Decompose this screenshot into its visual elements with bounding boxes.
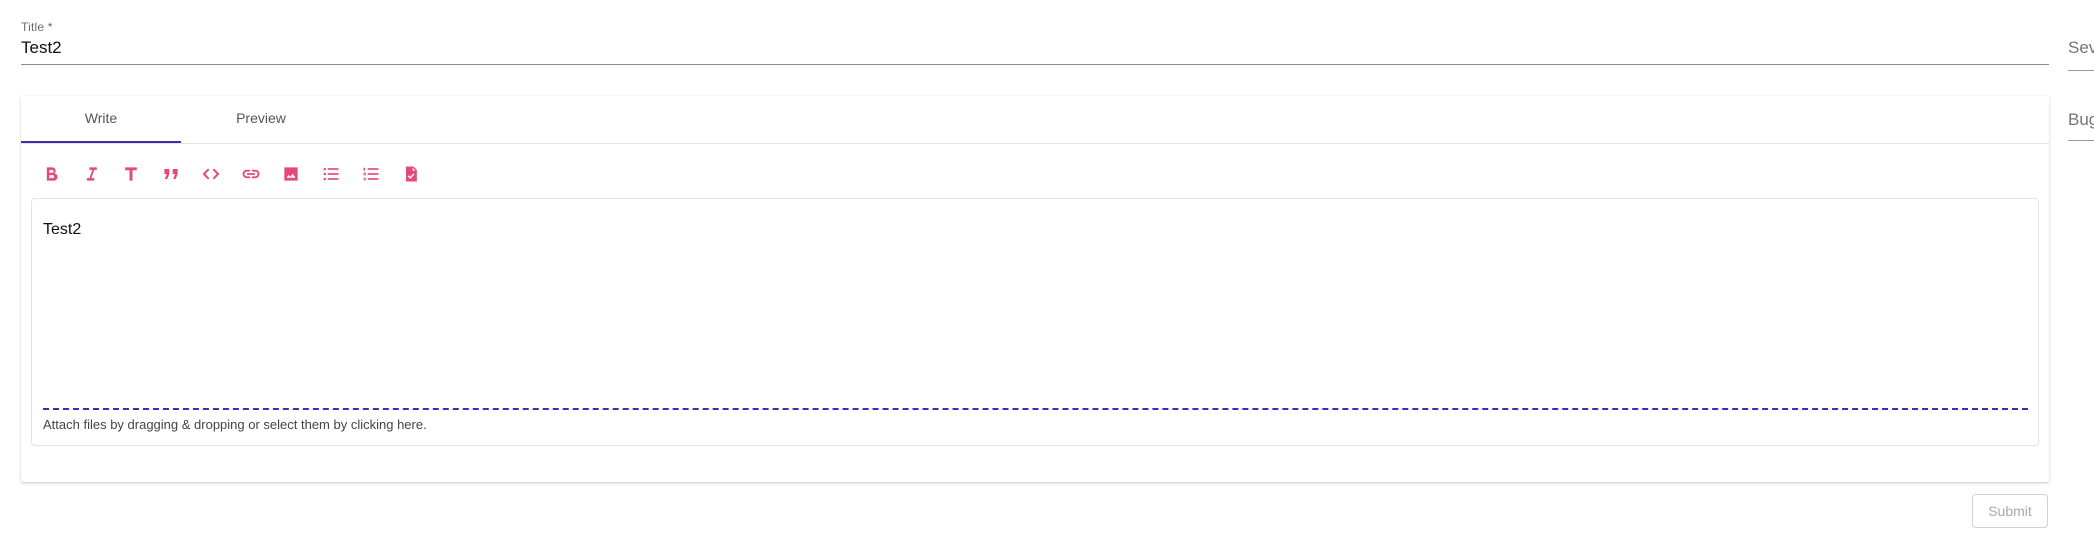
bug-type-label: Bug: [2068, 110, 2094, 129]
title-input[interactable]: Test2: [21, 38, 62, 58]
image-icon[interactable]: [279, 162, 303, 186]
editor-content[interactable]: Test2: [43, 221, 81, 239]
tab-preview[interactable]: Preview: [181, 96, 341, 143]
severity-field[interactable]: Sev: [2068, 38, 2094, 71]
drop-zone-divider: [43, 408, 2028, 410]
italic-icon[interactable]: [79, 162, 103, 186]
submit-button[interactable]: Submit: [1972, 494, 2048, 528]
editor-tabs: Write Preview: [21, 96, 2049, 144]
code-icon[interactable]: [199, 162, 223, 186]
header-icon[interactable]: [119, 162, 143, 186]
severity-label: Sev: [2068, 38, 2094, 57]
bold-icon[interactable]: [39, 162, 63, 186]
attach-files-hint[interactable]: Attach files by dragging & dropping or s…: [43, 417, 427, 432]
quote-icon[interactable]: [159, 162, 183, 186]
issue-form: Title * Test2 Sev Bug Write Preview: [0, 0, 2094, 554]
markdown-textarea[interactable]: Test2 Attach files by dragging & droppin…: [31, 198, 2039, 446]
task-list-icon[interactable]: [399, 162, 423, 186]
title-field[interactable]: Title * Test2: [21, 18, 2049, 65]
unordered-list-icon[interactable]: [319, 162, 343, 186]
bug-type-field[interactable]: Bug: [2068, 110, 2094, 141]
ordered-list-icon[interactable]: [359, 162, 383, 186]
markdown-editor-card: Write Preview Test2 Attach files by drag…: [21, 96, 2049, 482]
tab-write[interactable]: Write: [21, 96, 181, 143]
link-icon[interactable]: [239, 162, 263, 186]
title-label: Title *: [21, 20, 53, 34]
